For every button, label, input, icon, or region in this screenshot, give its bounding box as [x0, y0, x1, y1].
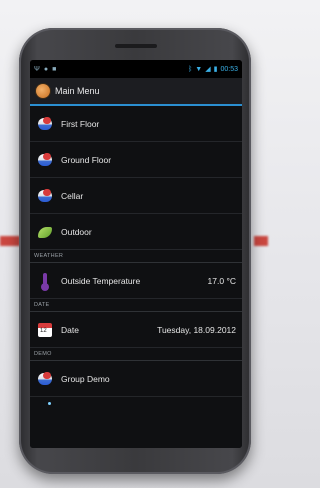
- weather-value: 17.0 °C: [207, 275, 236, 286]
- house-icon: [36, 187, 54, 205]
- list-fade-overlay: [30, 396, 242, 448]
- status-left-icons: Ψ ● ■: [34, 66, 184, 73]
- menu-item-label: Outdoor: [61, 226, 92, 237]
- date-value: Tuesday, 18.09.2012: [157, 324, 236, 335]
- status-time: 00:53: [220, 65, 238, 73]
- phone-device: Ψ ● ■ ᛒ ▼ ◢ ▮ 00:53 Main Menu First Floo…: [19, 28, 251, 474]
- page-title: Main Menu: [55, 86, 100, 96]
- weather-temperature-row[interactable]: Outside Temperature 17.0 °C: [30, 263, 242, 299]
- app-logo-icon[interactable]: [36, 84, 50, 98]
- section-header-date: DATE: [30, 299, 242, 312]
- house-icon: [36, 115, 54, 133]
- status-bar: Ψ ● ■ ᛒ ▼ ◢ ▮ 00:53: [30, 60, 242, 78]
- menu-item-group-demo[interactable]: Group Demo: [30, 361, 242, 397]
- android-icon: ●: [43, 65, 49, 73]
- calendar-icon: [36, 321, 54, 339]
- menu-item-outdoor[interactable]: Outdoor: [30, 214, 242, 250]
- battery-icon: ▮: [213, 66, 218, 73]
- phone-speaker: [115, 44, 157, 48]
- menu-item-label: First Floor: [61, 118, 100, 129]
- date-row[interactable]: Date Tuesday, 18.09.2012: [30, 312, 242, 348]
- menu-item-label: Group Demo: [61, 373, 110, 384]
- leaf-icon: [36, 223, 54, 241]
- menu-item-first-floor[interactable]: First Floor: [30, 106, 242, 142]
- bluetooth-icon: ᛒ: [188, 65, 193, 73]
- menu-item-ground-floor[interactable]: Ground Floor: [30, 142, 242, 178]
- status-right-icons: ᛒ ▼ ◢ ▮ 00:53: [188, 65, 238, 74]
- section-header-demo: DEMO: [30, 348, 242, 361]
- background-ribbon-right: [254, 236, 268, 246]
- section-header-weather: WEATHER: [30, 250, 242, 263]
- menu-item-label: Ground Floor: [61, 154, 112, 165]
- chat-icon: ■: [52, 65, 57, 73]
- wifi-icon: ▼: [195, 65, 203, 73]
- house-icon: [36, 151, 54, 169]
- date-label: Date: [61, 324, 79, 335]
- scroll-indicator-dot: [48, 402, 51, 405]
- house-icon: [36, 370, 54, 388]
- phone-screen: Ψ ● ■ ᛒ ▼ ◢ ▮ 00:53 Main Menu First Floo…: [30, 60, 242, 448]
- menu-item-cellar[interactable]: Cellar: [30, 178, 242, 214]
- weather-label: Outside Temperature: [61, 275, 141, 286]
- action-bar: Main Menu: [30, 78, 242, 106]
- usb-icon: Ψ: [34, 65, 40, 73]
- signal-icon: ◢: [205, 66, 211, 73]
- menu-item-label: Cellar: [61, 190, 84, 201]
- thermometer-icon: [36, 272, 54, 291]
- background-ribbon-left: [0, 236, 20, 246]
